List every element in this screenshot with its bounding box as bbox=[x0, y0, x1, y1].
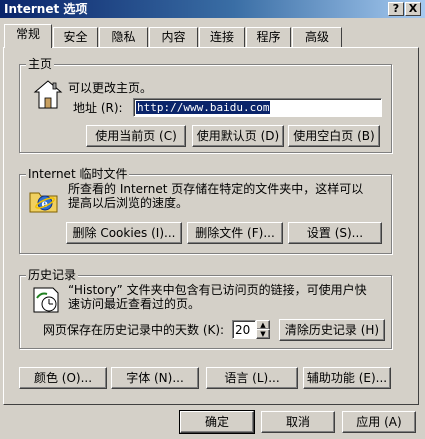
button-label: 取消 bbox=[285, 415, 310, 429]
tab-label: 连接 bbox=[209, 30, 234, 44]
history-legend: 历史记录 bbox=[26, 268, 79, 282]
tab-programs[interactable]: 程序 bbox=[246, 27, 291, 47]
button-label: 字体 (N)... bbox=[126, 371, 184, 385]
button-label: 使用空白页 (B) bbox=[293, 129, 375, 143]
title-bar[interactable]: Internet 选项 ? X bbox=[0, 0, 425, 18]
house-icon bbox=[31, 78, 65, 112]
home-description: 可以更改主页。 bbox=[68, 81, 153, 95]
spin-down-icon[interactable]: ▼ bbox=[256, 329, 270, 339]
fonts-button[interactable]: 字体 (N)... bbox=[111, 367, 199, 389]
tab-label: 内容 bbox=[161, 30, 186, 44]
address-value: http://www.baidu.com bbox=[136, 101, 271, 114]
delete-files-button[interactable]: 删除文件 (F)... bbox=[187, 222, 283, 244]
use-default-button[interactable]: 使用默认页 (D) bbox=[192, 125, 284, 147]
tab-label: 常规 bbox=[15, 27, 40, 41]
cancel-button[interactable]: 取消 bbox=[261, 411, 335, 433]
history-icon bbox=[29, 282, 63, 316]
tab-content[interactable]: 内容 bbox=[149, 27, 198, 47]
days-input[interactable]: 20 bbox=[232, 320, 256, 339]
address-input[interactable]: http://www.baidu.com bbox=[133, 98, 382, 117]
history-description-line1: “History” 文件夹中包含有已访问页的链接，可使用户快 bbox=[68, 283, 367, 297]
apply-button[interactable]: 应用 (A) bbox=[342, 411, 416, 433]
help-button[interactable]: ? bbox=[388, 2, 404, 16]
accessibility-button[interactable]: 辅助功能 (E)... bbox=[303, 367, 391, 389]
tab-label: 隐私 bbox=[111, 30, 136, 44]
temp-description-line2: 提高以后浏览的速度。 bbox=[68, 196, 189, 210]
tab-advanced[interactable]: 高级 bbox=[292, 27, 342, 47]
home-page-legend: 主页 bbox=[26, 57, 55, 71]
languages-button[interactable]: 语言 (L)... bbox=[206, 367, 298, 389]
button-label: 使用默认页 (D) bbox=[196, 129, 280, 143]
button-label: 清除历史记录 (H) bbox=[284, 323, 380, 337]
clear-history-button[interactable]: 清除历史记录 (H) bbox=[279, 319, 385, 341]
use-blank-button[interactable]: 使用空白页 (B) bbox=[288, 125, 380, 147]
days-spinner[interactable]: ▲ ▼ bbox=[256, 320, 270, 339]
temp-description-line1: 所查看的 Internet 页存储在特定的文件夹中，这样可以 bbox=[68, 182, 364, 196]
window-title: Internet 选项 bbox=[4, 2, 88, 16]
tab-connections[interactable]: 连接 bbox=[199, 27, 245, 47]
button-label: 使用当前页 (C) bbox=[95, 129, 177, 143]
button-label: 删除文件 (F)... bbox=[195, 226, 275, 240]
tab-label: 安全 bbox=[63, 30, 88, 44]
folder-ie-icon: e bbox=[27, 183, 61, 217]
button-label: 语言 (L)... bbox=[224, 371, 280, 385]
button-label: 颜色 (O)... bbox=[33, 371, 93, 385]
delete-cookies-button[interactable]: 删除 Cookies (I)... bbox=[66, 222, 182, 244]
tab-label: 高级 bbox=[304, 30, 329, 44]
days-label: 网页保存在历史记录中的天数 (K): bbox=[43, 323, 225, 337]
button-label: 设置 (S)... bbox=[306, 226, 364, 240]
tab-security[interactable]: 安全 bbox=[53, 27, 98, 47]
colors-button[interactable]: 颜色 (O)... bbox=[19, 367, 107, 389]
history-description-line2: 速访问最近查看过的页。 bbox=[68, 297, 201, 311]
days-value: 20 bbox=[235, 323, 251, 337]
temp-files-legend: Internet 临时文件 bbox=[26, 167, 130, 181]
close-button[interactable]: X bbox=[405, 2, 421, 16]
use-current-button[interactable]: 使用当前页 (C) bbox=[86, 125, 186, 147]
tab-label: 程序 bbox=[256, 30, 281, 44]
tab-privacy[interactable]: 隐私 bbox=[99, 27, 148, 47]
ok-button[interactable]: 确定 bbox=[179, 410, 255, 434]
button-label: 辅助功能 (E)... bbox=[306, 371, 388, 385]
settings-button[interactable]: 设置 (S)... bbox=[288, 222, 382, 244]
tab-general[interactable]: 常规 bbox=[4, 24, 52, 48]
button-label: 应用 (A) bbox=[356, 415, 402, 429]
button-label: 确定 bbox=[204, 415, 229, 429]
address-label: 地址 (R): bbox=[73, 101, 123, 115]
button-label: 删除 Cookies (I)... bbox=[72, 226, 176, 240]
close-icon: X bbox=[408, 2, 418, 15]
help-icon: ? bbox=[392, 2, 400, 15]
